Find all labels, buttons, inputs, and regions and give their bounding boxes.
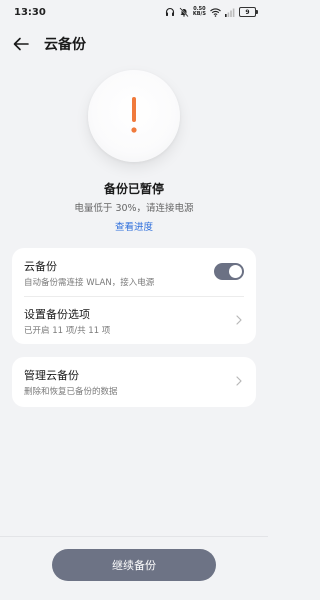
chevron-right-icon	[234, 313, 244, 327]
mute-icon	[179, 7, 189, 17]
status-hero	[88, 70, 180, 162]
manage-backup-subtitle: 删除和恢复已备份的数据	[24, 387, 118, 397]
status-bar: 13:30 0.50 KB/S 9	[0, 0, 268, 24]
exclamation-icon	[131, 97, 137, 133]
wifi-icon	[210, 7, 221, 17]
continue-backup-button[interactable]: 继续备份	[52, 549, 216, 581]
arrow-left-icon	[13, 37, 29, 51]
status-time: 13:30	[14, 6, 46, 18]
cloud-backup-subtitle: 自动备份需连接 WLAN，接入电源	[24, 278, 155, 288]
backup-settings-card: 云备份 自动备份需连接 WLAN，接入电源 设置备份选项 已开启 11 项/共 …	[12, 248, 256, 344]
page-title: 云备份	[44, 37, 86, 53]
cloud-backup-row[interactable]: 云备份 自动备份需连接 WLAN，接入电源	[12, 248, 256, 296]
battery-icon: 9	[239, 7, 258, 17]
chevron-right-icon	[234, 374, 244, 388]
status-icons: 0.50 KB/S 9	[165, 7, 258, 17]
net-speed-unit: KB/S	[192, 11, 206, 17]
backup-options-row[interactable]: 设置备份选项 已开启 11 项/共 11 项	[12, 296, 256, 344]
headphones-icon	[165, 7, 175, 17]
manage-backup-card: 管理云备份 删除和恢复已备份的数据	[12, 357, 256, 407]
battery-level: 9	[245, 8, 250, 16]
status-title: 备份已暂停	[103, 182, 164, 196]
signal-icon	[225, 7, 235, 17]
backup-options-title: 设置备份选项	[24, 308, 90, 321]
bottom-divider	[0, 536, 268, 537]
header: 云备份	[0, 30, 268, 58]
toggle-knob	[229, 265, 242, 278]
manage-backup-title: 管理云备份	[24, 369, 79, 382]
back-button[interactable]	[12, 35, 30, 53]
cloud-backup-title: 云备份	[24, 260, 57, 273]
net-speed-icon: 0.50 KB/S	[193, 7, 206, 17]
cloud-backup-toggle[interactable]	[214, 263, 244, 280]
backup-options-subtitle: 已开启 11 项/共 11 项	[24, 326, 111, 336]
view-progress-link[interactable]: 查看进度	[0, 219, 268, 233]
screen: 13:30 0.50 KB/S 9 云备份 备份已暂停 电量低于 30%，请连接…	[0, 0, 268, 600]
manage-backup-row[interactable]: 管理云备份 删除和恢复已备份的数据	[12, 357, 256, 405]
status-description: 电量低于 30%，请连接电源	[74, 203, 194, 214]
